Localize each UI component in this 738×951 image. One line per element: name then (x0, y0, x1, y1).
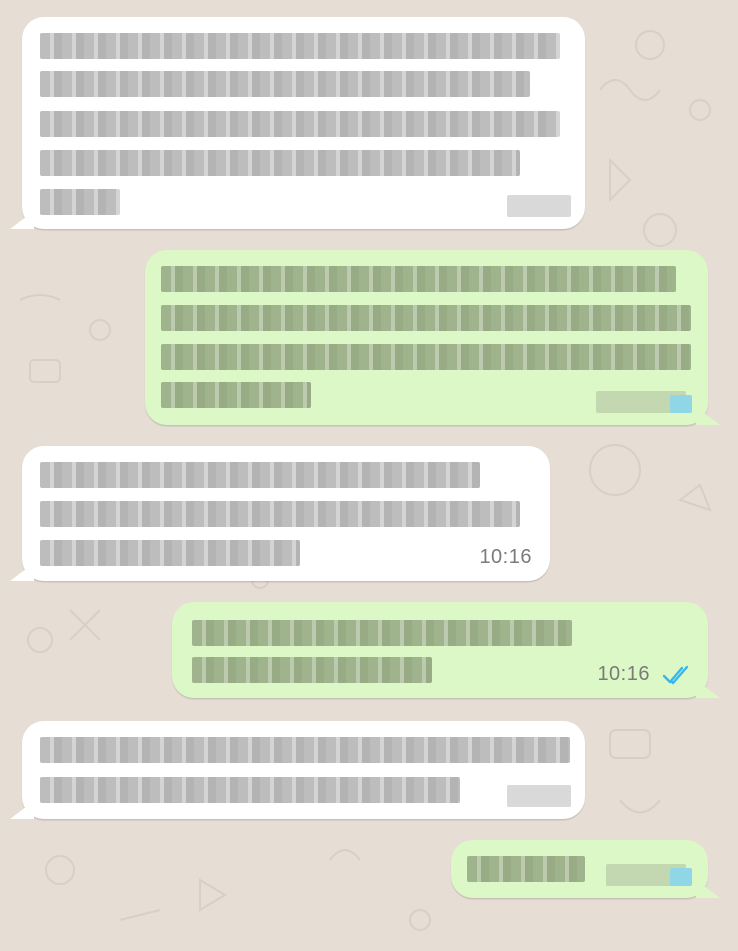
redacted-text (40, 501, 520, 527)
redacted-text (40, 111, 560, 137)
redacted-text (161, 305, 691, 331)
redacted-text (161, 266, 676, 292)
redacted-text (467, 856, 585, 882)
redacted-text (40, 33, 560, 59)
redacted-text (161, 344, 691, 370)
outgoing-message[interactable] (451, 840, 708, 898)
outgoing-message[interactable] (145, 250, 708, 425)
message-timestamp: 10:16 (479, 546, 532, 568)
double-check-icon (662, 665, 689, 685)
redacted-text (192, 620, 572, 646)
redacted-text (40, 462, 480, 488)
redacted-read-receipt (670, 395, 692, 413)
redacted-text (40, 540, 300, 566)
redacted-text (40, 777, 460, 803)
redacted-text (40, 150, 520, 176)
redacted-text (40, 737, 570, 763)
redacted-timestamp (507, 195, 571, 217)
outgoing-message[interactable]: 10:16 (172, 602, 708, 698)
redacted-text (40, 71, 530, 97)
incoming-message[interactable] (22, 17, 585, 229)
message-timestamp: 10:16 (597, 663, 650, 685)
redacted-text (161, 382, 311, 408)
incoming-message[interactable]: 10:16 (22, 446, 550, 581)
redacted-text (192, 657, 432, 683)
redacted-timestamp (507, 785, 571, 807)
incoming-message[interactable] (22, 721, 585, 819)
redacted-text (40, 189, 120, 215)
redacted-read-receipt (670, 868, 692, 886)
chat-thread: 10:16 10:16 (0, 0, 738, 951)
